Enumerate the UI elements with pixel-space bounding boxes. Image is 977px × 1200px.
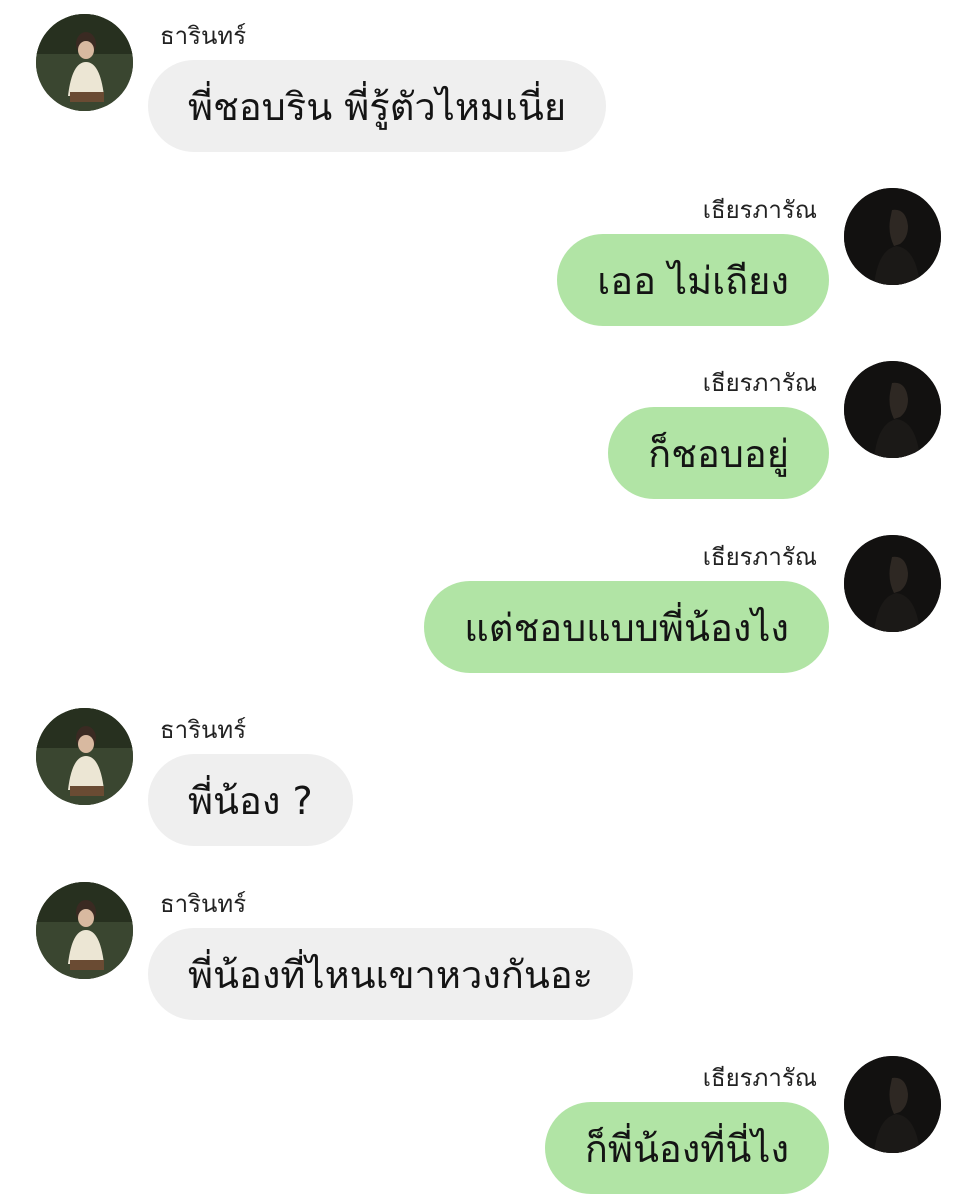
sender-name: เธียรภารัณ [702, 369, 817, 397]
avatar-thianpharan[interactable] [844, 1056, 941, 1153]
avatar-tharin[interactable] [36, 708, 133, 805]
avatar-thianpharan[interactable] [844, 188, 941, 285]
person-photo-icon [844, 1056, 941, 1153]
message-bubble[interactable]: แต่ชอบแบบพี่น้องไง [424, 581, 829, 673]
message-bubble[interactable]: ก็พี่น้องที่นี่ไง [544, 1102, 829, 1194]
sender-name: เธียรภารัณ [702, 196, 817, 224]
message-bubble[interactable]: พี่น้อง ? [148, 754, 353, 846]
sender-name: ธารินทร์ [160, 890, 247, 918]
avatar-tharin[interactable] [36, 14, 133, 111]
person-photo-icon [844, 535, 941, 632]
person-photo-icon [36, 14, 133, 111]
message-bubble[interactable]: ก็ชอบอยู่ [608, 407, 829, 499]
person-photo-icon [844, 188, 941, 285]
avatar-thianpharan[interactable] [844, 361, 941, 458]
person-photo-icon [36, 708, 133, 805]
person-photo-icon [36, 882, 133, 979]
sender-name: เธียรภารัณ [702, 543, 817, 571]
message-bubble[interactable]: พี่ชอบริน พี่รู้ตัวไหมเนี่ย [148, 60, 607, 152]
sender-name: ธารินทร์ [160, 716, 247, 744]
sender-name: เธียรภารัณ [702, 1064, 817, 1092]
message-bubble[interactable]: เออ ไม่เถียง [557, 234, 829, 326]
avatar-thianpharan[interactable] [844, 535, 941, 632]
sender-name: ธารินทร์ [160, 22, 247, 50]
person-photo-icon [844, 361, 941, 458]
message-bubble[interactable]: พี่น้องที่ไหนเขาหวงกันอะ [148, 928, 634, 1020]
avatar-tharin[interactable] [36, 882, 133, 979]
